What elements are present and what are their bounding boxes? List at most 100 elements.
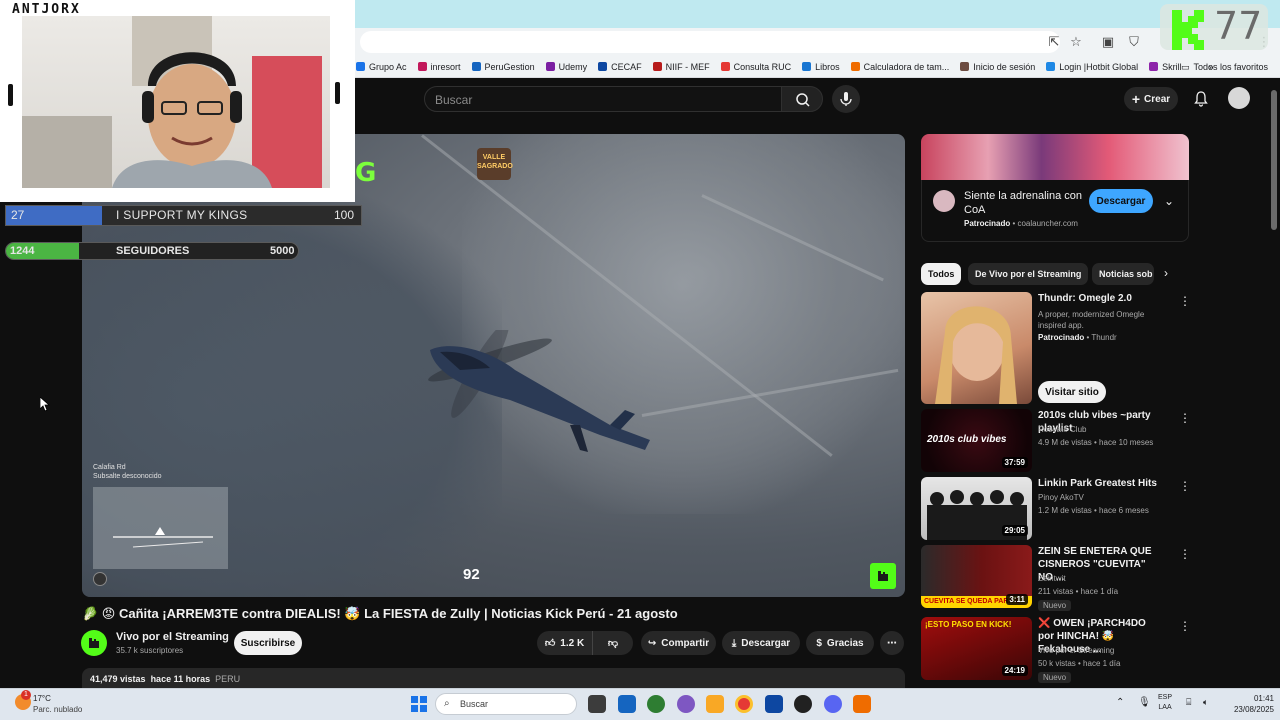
channel-avatar[interactable] (81, 630, 107, 656)
lang-layout: LAA (1158, 704, 1172, 711)
address-bar[interactable] (360, 31, 1060, 53)
recommendation-item[interactable]: Thundr: Omegle 2.0 A proper, modernized … (921, 292, 1191, 404)
search-input[interactable]: Buscar (424, 86, 782, 112)
helicopter-graphic (428, 330, 650, 452)
weather-description[interactable]: Parc. nublado (33, 705, 82, 714)
dislike-button[interactable]: 👎︎ (593, 631, 633, 655)
bookmark-item[interactable]: Login |Hotbit Global (1046, 62, 1138, 72)
recommendation-item[interactable]: 2010s club vibes 37:59 2010s club vibes … (921, 409, 1191, 472)
weather-temperature[interactable]: 17°C (33, 694, 51, 703)
ad-banner-image[interactable] (921, 134, 1189, 180)
video-thumbnail[interactable]: ¡ESTO PASO EN KICK! 24:19 (921, 617, 1032, 680)
clock-time: 01:41 (1253, 694, 1274, 703)
bookmark-item[interactable]: CECAF (598, 62, 642, 72)
store-icon[interactable] (618, 695, 636, 713)
more-options-icon[interactable]: ⋮ (1179, 479, 1191, 493)
ad-logo[interactable] (933, 190, 955, 212)
recommendation-item[interactable]: ¡ESTO PASO EN KICK! 24:19 ❌ OWEN ¡PARCH4… (921, 617, 1191, 683)
bookmark-item[interactable]: Grupo Ac (356, 62, 407, 72)
all-bookmarks[interactable]: ▭ Todos los favoritos (1181, 56, 1268, 78)
notes-app-icon[interactable] (765, 695, 783, 713)
bookmark-item[interactable]: inresort (417, 62, 461, 72)
bookmark-item[interactable]: Calculadora de tam... (850, 62, 949, 72)
tray-chevron-icon[interactable]: ⌃ (1116, 697, 1124, 708)
task-view-icon[interactable] (588, 695, 606, 713)
recommendation-channel[interactable]: Roseate Club (1038, 425, 1086, 434)
notification-badge: 1 (21, 690, 31, 700)
video-thumbnail[interactable]: CUEVITA SE QUEDA PARA C 3:11 (921, 545, 1032, 608)
visit-site-button[interactable]: Visitar sitio (1038, 381, 1106, 403)
voice-search-button[interactable] (832, 85, 860, 113)
search-button[interactable] (781, 86, 823, 112)
chip-all[interactable]: Todos (921, 263, 962, 285)
bookmark-item[interactable]: PeruGestion (471, 62, 535, 72)
chevron-down-icon[interactable]: ⌄ (1164, 194, 1174, 208)
bookmark-item[interactable]: Inicio de sesión (960, 62, 1035, 72)
subscribe-button[interactable]: Suscribirse (234, 631, 302, 655)
thanks-icon: $ (816, 637, 822, 649)
followers-goal: 5000 (270, 245, 295, 257)
recommendation-channel[interactable]: Vivo por el Streaming (1038, 646, 1114, 655)
video-thumbnail[interactable]: 2010s club vibes 37:59 (921, 409, 1032, 472)
download-button[interactable]: ⤓ Descargar (722, 631, 800, 655)
clock[interactable]: 01:41 23/08/2025 (1218, 693, 1274, 715)
bookmark-star-icon[interactable]: ☆ (1068, 34, 1084, 50)
windows-start-icon[interactable] (411, 696, 427, 712)
video-thumbnail[interactable]: 29:05 (921, 477, 1032, 540)
chip-channel[interactable]: De Vivo por el Streaming (968, 263, 1089, 285)
thanks-button[interactable]: $ Gracias (806, 631, 874, 655)
channel-name[interactable]: Vivo por el Streaming (116, 631, 229, 643)
account-avatar[interactable] (1228, 87, 1250, 109)
search-icon (796, 93, 810, 107)
ad-download-button[interactable]: Descargar (1089, 189, 1153, 213)
video-duration: 24:19 (1001, 665, 1028, 676)
video-thumbnail[interactable] (921, 292, 1032, 404)
obs-icon[interactable] (794, 695, 812, 713)
like-button[interactable]: 👍︎ 1.2 K (537, 631, 593, 655)
extension-icon[interactable]: ▣ (1100, 34, 1116, 50)
bookmark-item[interactable]: Consulta RUC (720, 62, 791, 72)
ad-title[interactable]: Siente la adrenalina con CoA (964, 189, 1084, 217)
chip-noticias[interactable]: Noticias sob (1092, 263, 1154, 285)
network-icon[interactable]: ⌸ (1186, 697, 1191, 708)
shield-icon[interactable]: ⛉ (1126, 34, 1142, 50)
recommendation-item[interactable]: CUEVITA SE QUEDA PARA C 3:11 ZEIN SE ENE… (921, 545, 1191, 611)
recommendation-title[interactable]: Linkin Park Greatest Hits (1038, 477, 1163, 490)
bookmark-item[interactable]: NIIF - MEF (652, 62, 710, 72)
more-actions-button[interactable]: ⋯ (880, 631, 904, 655)
language-indicator[interactable]: ESP LAA (1158, 693, 1172, 713)
copilot-icon[interactable] (677, 695, 695, 713)
microphone-icon[interactable]: 🎙︎ (1138, 697, 1151, 708)
bookmark-icon (545, 62, 555, 71)
windows-taskbar (0, 688, 1280, 720)
more-options-icon[interactable]: ⋮ (1179, 619, 1191, 633)
new-badge: Nuevo (1038, 672, 1072, 683)
recommendation-channel[interactable]: Zeintwit (1038, 574, 1066, 583)
more-options-icon[interactable]: ⋮ (1179, 547, 1191, 561)
install-icon[interactable]: ⇱ (1046, 34, 1062, 50)
page-scrollbar[interactable] (1271, 90, 1277, 230)
description-box[interactable]: 41,479 vistas hace 11 horas PERU (82, 668, 905, 690)
file-explorer-icon[interactable] (706, 695, 724, 713)
volume-icon[interactable]: 🔈︎ (1203, 697, 1208, 708)
create-button[interactable]: + Crear (1124, 87, 1178, 111)
bookmark-item[interactable]: Skrill (1149, 62, 1182, 72)
share-button[interactable]: ↪ Compartir (641, 631, 716, 655)
discord-icon[interactable] (824, 695, 842, 713)
new-badge: Nuevo (1038, 600, 1072, 611)
more-options-icon[interactable]: ⋮ (1179, 411, 1191, 425)
recommendation-title[interactable]: Thundr: Omegle 2.0 (1038, 292, 1163, 305)
speed-value: 92 (463, 565, 480, 583)
chrome-icon[interactable] (735, 695, 753, 713)
notifications-button[interactable] (1192, 90, 1210, 108)
recommendation-channel[interactable]: Pinoy AkoTV (1038, 493, 1084, 502)
sponsored-label: Patrocinado (964, 219, 1011, 228)
edge-icon[interactable] (647, 695, 665, 713)
taskbar-search[interactable]: ⌕ Buscar (435, 693, 577, 715)
more-options-icon[interactable]: ⋮ (1179, 294, 1191, 308)
chevron-right-icon[interactable]: › (1164, 266, 1168, 280)
bookmark-item[interactable]: Udemy (545, 62, 587, 72)
recommendation-item[interactable]: 29:05 Linkin Park Greatest Hits Pinoy Ak… (921, 477, 1191, 540)
app-icon[interactable] (853, 695, 871, 713)
bookmark-item[interactable]: Libros (802, 62, 840, 72)
